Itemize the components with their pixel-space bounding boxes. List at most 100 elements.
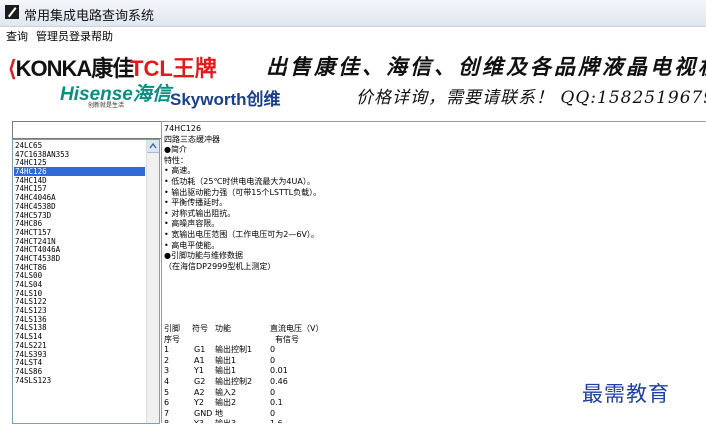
detail-line: 特性：	[164, 155, 188, 165]
pin-number: 3	[164, 366, 170, 376]
detail-line: ●引脚功能与维修数据	[164, 251, 243, 261]
pin-voltage: 1.6	[270, 418, 283, 423]
chip-list-item[interactable]: 74LS393	[14, 350, 145, 359]
detail-line: 74HC126	[164, 124, 202, 133]
pin-symbol: A2	[194, 387, 205, 397]
pin-function: 输出3	[215, 418, 236, 423]
pin-function: 输出2	[215, 398, 237, 408]
pin-function: 输出1	[215, 366, 237, 376]
chip-list-item[interactable]: 74LS138	[14, 323, 145, 333]
ad-banner: ⟨KONKA康佳 TCL王牌 Hisense海信 创新就是生活 Skyworth…	[0, 45, 706, 115]
hisense-tagline: 创新就是生活	[88, 102, 125, 109]
pin-number: 7	[164, 408, 170, 418]
chip-list-item[interactable]: 74HC157	[14, 184, 145, 194]
chip-list-item[interactable]: 74LS00	[14, 271, 145, 280]
pin-symbol: G1	[194, 345, 206, 355]
pin-function: 地	[215, 408, 223, 418]
detail-line: （在海信DP2999型机上测定）	[164, 261, 276, 271]
header-dc-voltage: 直流电压（V）	[270, 324, 324, 333]
header-symbol: 符号	[192, 324, 208, 333]
header-pin: 引脚	[164, 324, 180, 333]
chip-list-item[interactable]: 74LS10	[14, 289, 145, 298]
pin-number: 4	[164, 376, 170, 386]
pin-voltage: 0	[270, 345, 276, 355]
chip-list-item[interactable]: 74HCT4538D	[14, 254, 145, 263]
detail-line: ●简介	[164, 145, 187, 155]
pin-number: 2	[164, 355, 170, 365]
chip-search-input[interactable]	[12, 121, 162, 139]
chip-list-item[interactable]: 74HC14D	[14, 176, 145, 185]
pin-function: 输入2	[215, 387, 237, 397]
detail-line: • 高速。	[164, 166, 196, 176]
banner-slogan-line1: 出售康佳、海信、创维及各品牌液晶电视机	[266, 54, 706, 79]
list-scrollbar[interactable]	[146, 140, 159, 423]
pin-symbol: Y1	[194, 366, 204, 376]
detail-line: • 高电平使能。	[164, 240, 220, 250]
pin-function: 输出控制2	[215, 376, 253, 386]
chip-listbox[interactable]: 24LC65 47C1638AN353 74HC125 74HC126 74HC14D 7…	[12, 139, 160, 424]
chip-list-item[interactable]: 74HC573D	[14, 211, 145, 220]
scroll-up-button[interactable]	[147, 140, 159, 153]
pin-voltage: 0	[270, 355, 276, 365]
menu-bar: 查询 管理员登录 帮助	[0, 27, 706, 44]
chip-list-item[interactable]: 74LS14	[14, 332, 145, 341]
app-icon	[5, 5, 19, 19]
skyworth-logo: Skyworth创维	[170, 90, 281, 109]
pin-symbol: GND	[194, 408, 213, 418]
chevron-up-icon	[149, 143, 157, 149]
chip-list-item[interactable]: 74LS221	[14, 341, 145, 350]
pin-voltage: 0	[270, 387, 276, 397]
title-bar: 常用集成电路查询系统	[0, 0, 706, 27]
chip-list-item[interactable]: 74HC126	[14, 167, 145, 176]
chip-list-item[interactable]: 74HCT241N	[14, 237, 145, 246]
menu-admin-login[interactable]: 管理员登录	[36, 28, 91, 44]
chip-list-items: 24LC65 47C1638AN353 74HC125 74HC126 74HC14D 7…	[14, 141, 145, 384]
detail-text: 74HC126 四路三态缓冲器 ●简介 特性： • 高速。 • 低功耗（25℃时供电电流最…	[164, 123, 321, 271]
pin-number: 5	[164, 387, 170, 397]
header-seq: 序号	[164, 334, 180, 344]
detail-line: • 宽输出电压范围（工作电压可为2—6V）。	[164, 229, 319, 239]
pin-voltage: 0.1	[270, 398, 283, 408]
pin-symbol: G2	[194, 376, 206, 386]
header-function: 功能	[215, 324, 231, 333]
chip-list-item[interactable]: 24LC65	[14, 141, 145, 150]
chip-list-item[interactable]: 74HCT157	[14, 228, 145, 237]
chip-list-item[interactable]: 74LS136	[14, 315, 145, 324]
pin-function: 输出1	[215, 355, 237, 365]
detail-line: • 高噪声容限。	[164, 219, 220, 229]
chip-list-item[interactable]: 74HC4538D	[14, 202, 145, 211]
pin-function: 输出控制1	[215, 345, 253, 355]
detail-line: • 低功耗（25℃时供电电流最大为4UA）。	[164, 176, 315, 186]
detail-line: 四路三态缓冲器	[164, 134, 220, 144]
watermark-text: 最需教育	[582, 382, 670, 406]
chip-list-item[interactable]: 74SLS123	[14, 376, 145, 385]
pin-number: 6	[164, 398, 170, 408]
chip-list-item[interactable]: 74LS04	[14, 280, 145, 289]
menu-help[interactable]: 帮助	[91, 28, 113, 44]
chip-list-item[interactable]: 74HC125	[14, 158, 145, 168]
chip-list-item[interactable]: 74LST4	[14, 358, 145, 367]
pin-number: 1	[164, 345, 170, 355]
chip-list-item[interactable]: 74LS123	[14, 306, 145, 315]
pin-voltage: 0.01	[270, 366, 288, 376]
chip-list-item[interactable]: 74LS86	[14, 367, 145, 376]
pin-symbol: Y3	[194, 418, 204, 423]
chip-list-item[interactable]: 47C1638AN353	[14, 150, 145, 159]
detail-line: • 输出驱动能力强（可带15个LSTTL负载）。	[164, 187, 322, 197]
banner-slogan-line2: 价格详询，需要请联系！ QQ:1582519679	[356, 88, 706, 108]
header-with-signal: 有信号	[275, 334, 299, 344]
pin-symbol: A1	[194, 355, 205, 365]
chip-list-item[interactable]: 74HC86	[14, 219, 145, 228]
chip-list-item[interactable]: 74HCT86	[14, 263, 145, 272]
pin-voltage: 0.46	[270, 376, 288, 386]
chip-list-item[interactable]: 74LS122	[14, 297, 145, 307]
window-title: 常用集成电路查询系统	[24, 9, 155, 24]
pin-number: 8	[164, 418, 169, 423]
menu-query[interactable]: 查询	[6, 28, 28, 44]
chip-list-item[interactable]: 74HCT4046A	[14, 245, 145, 254]
detail-line: • 对称式输出阻抗。	[164, 208, 236, 218]
detail-line: • 平衡传播延时。	[164, 198, 228, 208]
pin-voltage: 0	[270, 408, 276, 418]
pin-symbol: Y2	[194, 398, 204, 408]
chip-list-item[interactable]: 74HC4046A	[14, 193, 145, 202]
